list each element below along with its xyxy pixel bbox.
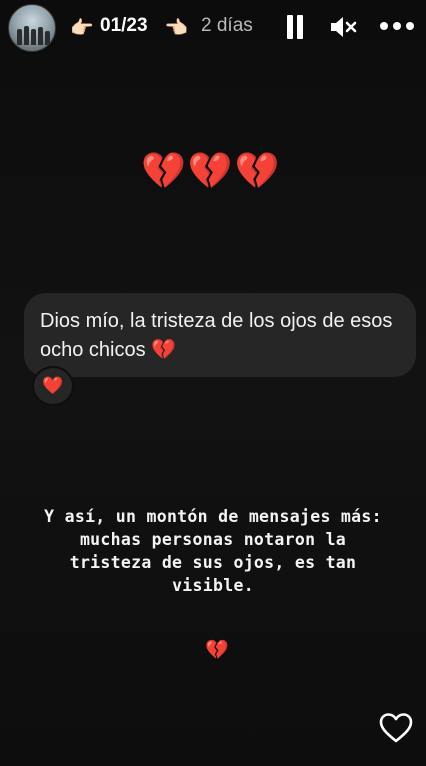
avatar-figure <box>17 29 22 45</box>
pause-icon[interactable] <box>285 15 305 39</box>
avatar-figure <box>45 31 50 45</box>
story-caption: Y así, un montón de mensajes más: muchas… <box>44 507 382 595</box>
message-bubble: Dios mío, la tristeza de los ojos de eso… <box>24 293 416 377</box>
avatar[interactable] <box>8 4 56 52</box>
story-timestamp: 2 días <box>201 15 253 36</box>
story-screen: 👉🏻 01/23 👉🏻 2 días 💔💔💔 Dios mío, la tris… <box>0 0 426 766</box>
avatar-figure <box>38 27 43 45</box>
broken-hearts-emoji-row: 💔💔💔 <box>141 151 282 192</box>
broken-heart-icon: 💔 <box>205 639 229 661</box>
story-counter: 01/23 <box>100 15 148 36</box>
pointing-right-icon: 👉🏻 <box>70 17 94 39</box>
heart-outline-icon[interactable] <box>378 710 414 746</box>
mute-icon[interactable] <box>329 14 357 40</box>
avatar-figure <box>31 29 36 45</box>
more-icon[interactable] <box>379 22 415 32</box>
pointing-left-icon: 👉🏻 <box>165 17 189 39</box>
avatar-figure <box>24 26 29 45</box>
heart-reaction-icon: ❤️ <box>32 366 74 406</box>
message-text: Dios mío, la tristeza de los ojos de eso… <box>40 310 393 361</box>
story-header: 👉🏻 01/23 👉🏻 2 días <box>0 0 426 56</box>
